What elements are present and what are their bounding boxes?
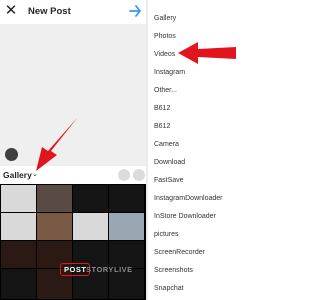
- media-thumbnail[interactable]: [109, 213, 144, 240]
- album-item-instagramdownloader[interactable]: InstagramDownloader: [154, 195, 222, 202]
- tab-story[interactable]: STORY: [86, 265, 114, 274]
- page-title: New Post: [28, 6, 71, 17]
- camera-icon[interactable]: [133, 169, 145, 181]
- album-item-other[interactable]: Other...: [154, 87, 177, 94]
- album-item-camera[interactable]: Camera: [154, 141, 179, 148]
- red-arrow-gallery: [36, 117, 78, 171]
- mode-tabs: POST STORY LIVE: [0, 262, 146, 280]
- album-item-b612[interactable]: B612: [154, 105, 170, 112]
- media-thumbnail[interactable]: [109, 185, 144, 212]
- album-item-gallery[interactable]: Gallery: [154, 15, 176, 22]
- album-item-fastsave[interactable]: FastSave: [154, 177, 184, 184]
- media-grid: [0, 184, 146, 300]
- media-thumbnail[interactable]: [37, 213, 72, 240]
- multi-select-icon[interactable]: [118, 169, 130, 181]
- red-arrow-videos: [178, 42, 236, 64]
- album-item-b612-second[interactable]: B612: [154, 123, 170, 130]
- gallery-dropdown-label[interactable]: Gallery: [3, 170, 32, 180]
- tab-live[interactable]: LIVE: [114, 265, 133, 274]
- album-picker-menu: Gallery Photos Videos Instagram Other...…: [148, 0, 295, 300]
- media-thumbnail[interactable]: [1, 213, 36, 240]
- media-thumbnail[interactable]: [37, 185, 72, 212]
- media-thumbnail[interactable]: [73, 185, 108, 212]
- album-item-download[interactable]: Download: [154, 159, 185, 166]
- album-item-instore-downloader[interactable]: InStore Downloader: [154, 213, 216, 220]
- next-arrow-icon[interactable]: [128, 3, 142, 19]
- album-item-videos[interactable]: Videos: [154, 51, 175, 58]
- header: ✕ New Post: [0, 0, 146, 24]
- album-item-snapchat[interactable]: Snapchat: [154, 285, 184, 292]
- album-item-screenshots[interactable]: Screenshots: [154, 267, 193, 274]
- media-thumbnail[interactable]: [1, 185, 36, 212]
- album-item-screenrecorder[interactable]: ScreenRecorder: [154, 249, 205, 256]
- album-item-instagram[interactable]: Instagram: [154, 69, 185, 76]
- expand-crop-icon[interactable]: [5, 148, 18, 161]
- new-post-screen: ✕ New Post Gallery ⌄ POST STORY LIVE: [0, 0, 146, 300]
- album-item-photos[interactable]: Photos: [154, 33, 176, 40]
- album-item-pictures[interactable]: pictures: [154, 231, 179, 238]
- media-thumbnail[interactable]: [73, 213, 108, 240]
- close-icon[interactable]: ✕: [4, 3, 18, 18]
